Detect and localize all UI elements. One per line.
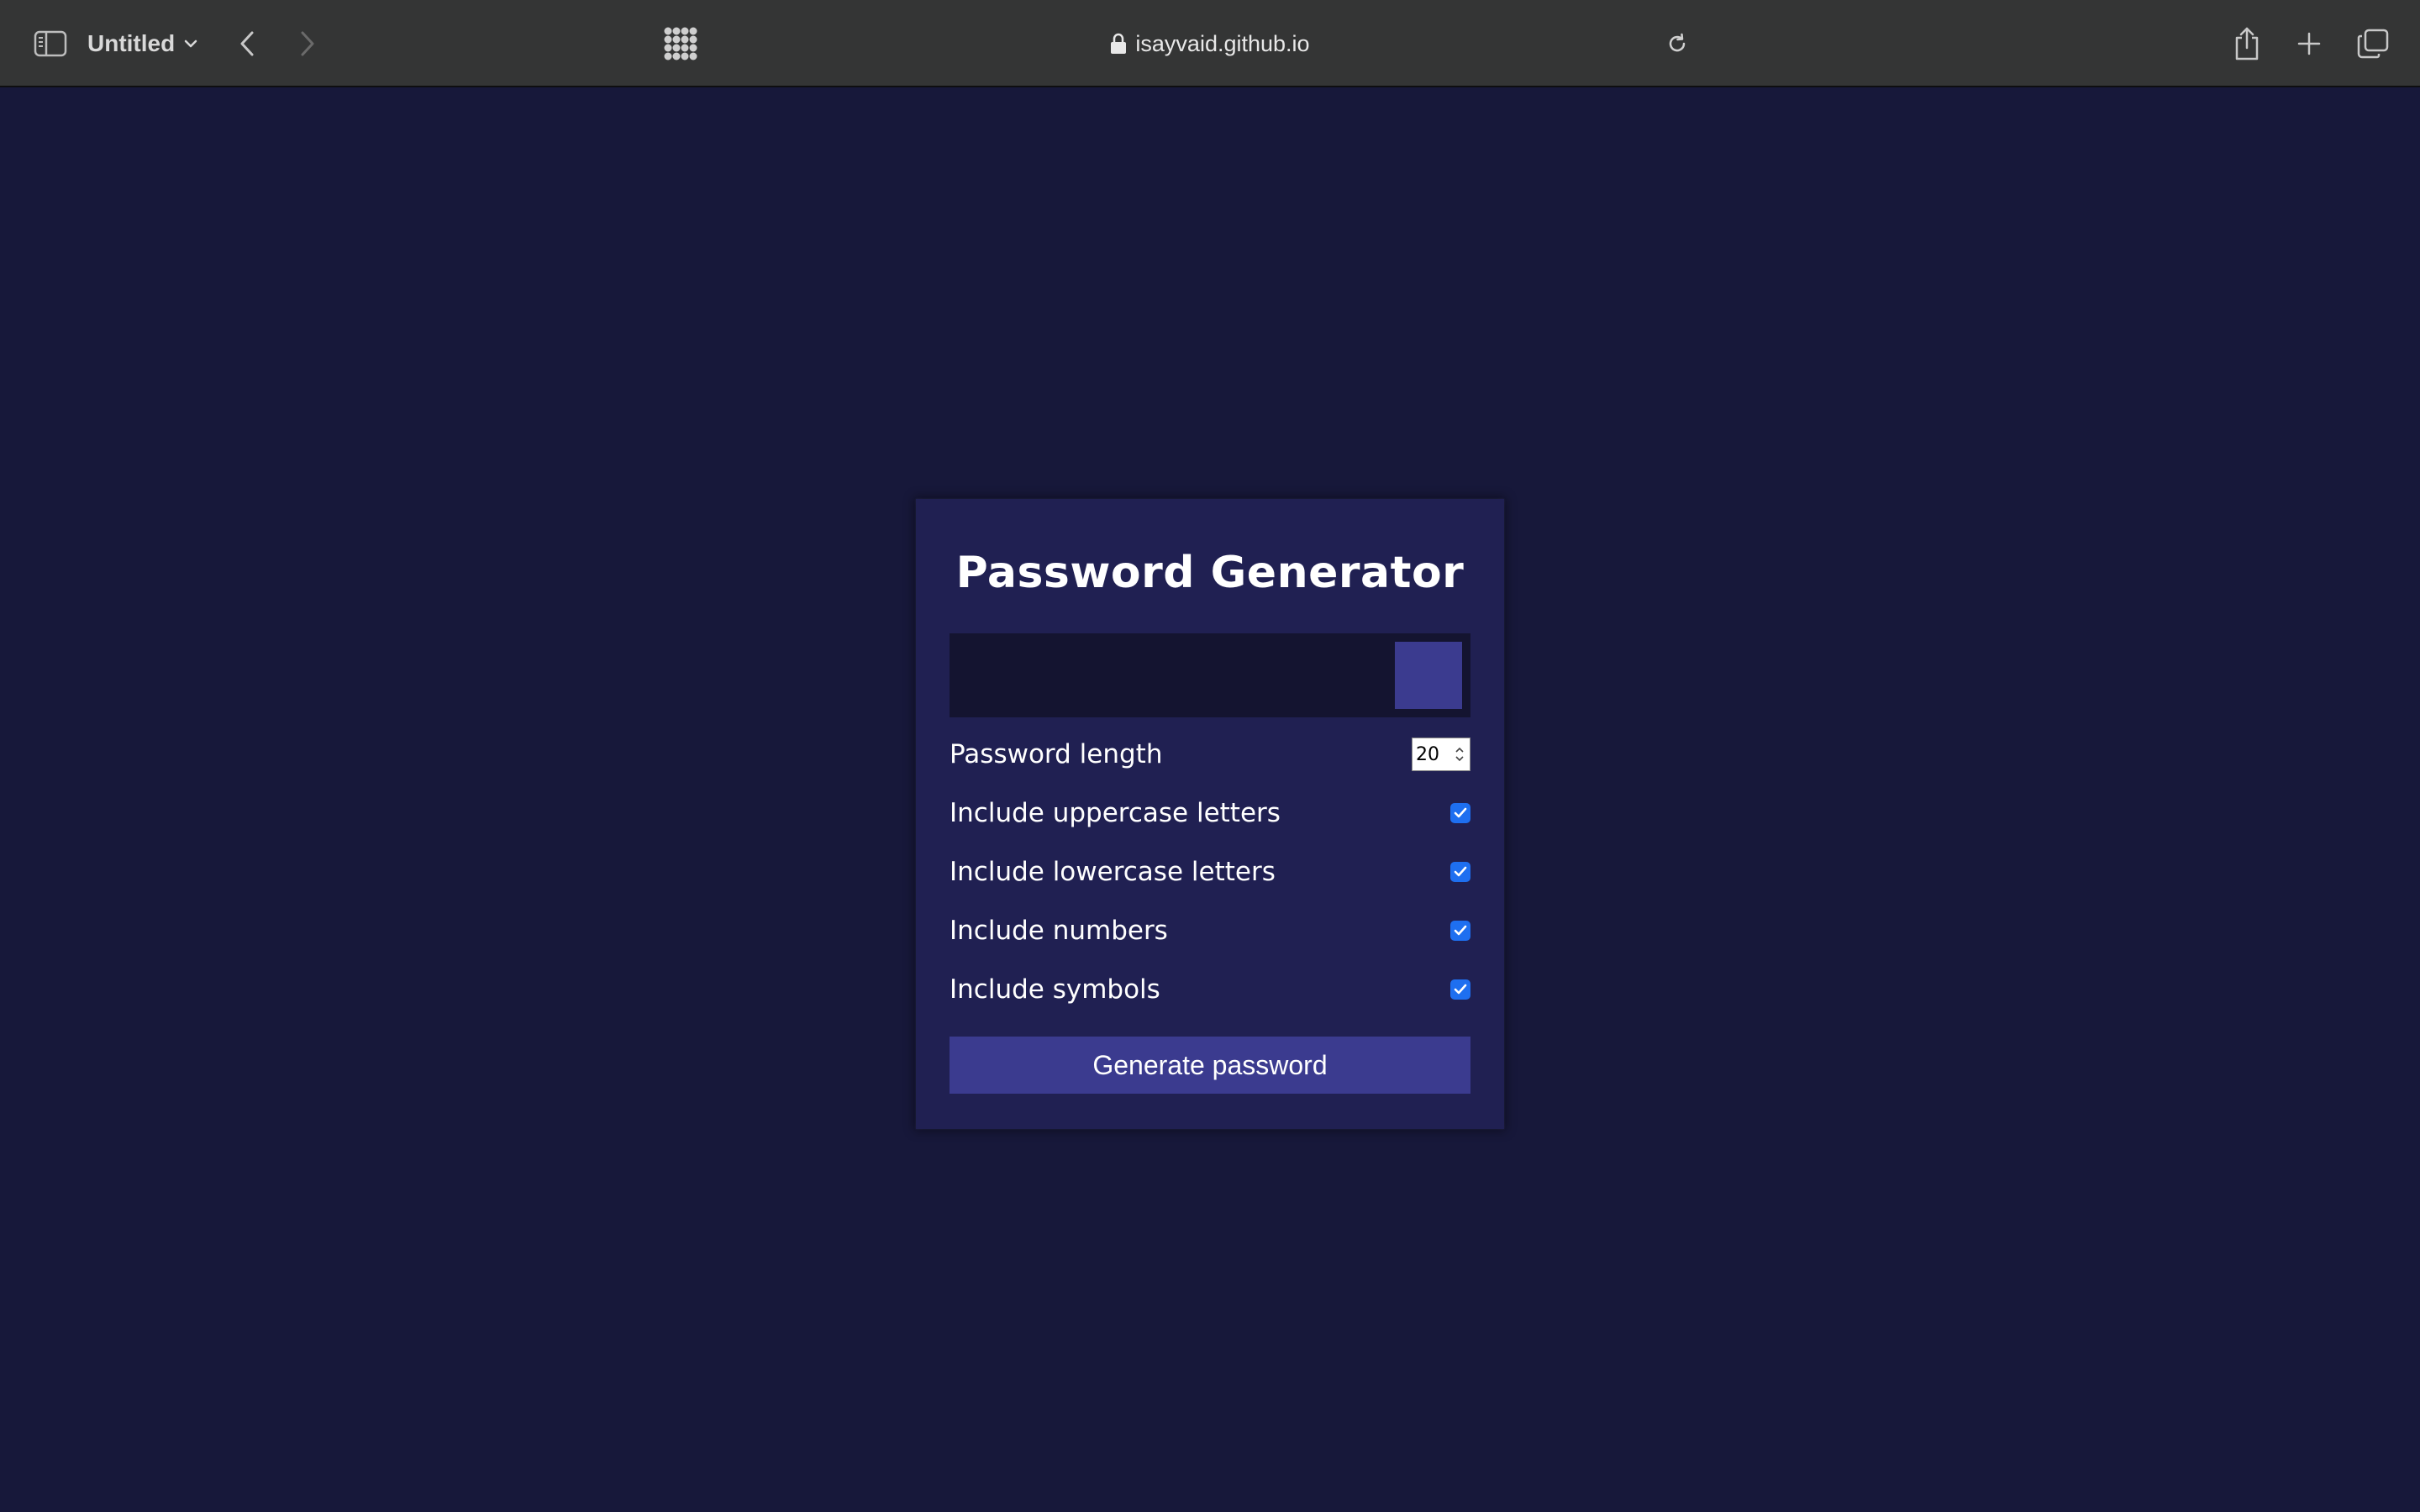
generate-password-button[interactable]: Generate password [950, 1037, 1470, 1094]
lock-icon [1111, 33, 1127, 54]
share-icon[interactable] [2228, 24, 2265, 64]
password-length-value: 20 [1416, 743, 1439, 765]
option-label: Include uppercase letters [950, 798, 1281, 828]
option-label: Password length [950, 739, 1163, 769]
tabs-overview-icon[interactable] [2353, 25, 2393, 62]
page-title: Password Generator [955, 548, 1465, 598]
address-text: isayvaid.github.io [1135, 30, 1310, 56]
lowercase-checkbox[interactable] [1450, 862, 1470, 882]
chevron-right-icon[interactable] [289, 25, 326, 62]
address-bar[interactable]: isayvaid.github.io [1092, 25, 1328, 62]
numbers-checkbox[interactable] [1450, 921, 1470, 941]
option-label: Include lowercase letters [950, 857, 1276, 887]
sidebar-icon[interactable] [30, 25, 71, 62]
option-label: Include numbers [950, 916, 1168, 946]
option-numbers: Include numbers [950, 910, 1470, 952]
uppercase-checkbox[interactable] [1450, 803, 1470, 823]
option-uppercase: Include uppercase letters [950, 792, 1470, 834]
symbols-checkbox[interactable] [1450, 979, 1470, 1000]
password-length-input[interactable]: 20 [1412, 738, 1470, 771]
tab-group-selector[interactable]: Untitled [87, 25, 198, 62]
plus-icon[interactable] [2291, 25, 2328, 62]
chevron-left-icon[interactable] [229, 25, 266, 62]
option-symbols: Include symbols [950, 969, 1470, 1011]
option-lowercase: Include lowercase letters [950, 851, 1470, 893]
grid-dots-icon[interactable] [660, 24, 701, 64]
password-result-field[interactable] [950, 633, 1470, 717]
stepper-icon[interactable] [1455, 747, 1465, 762]
copy-icon[interactable] [1395, 642, 1462, 709]
tab-title: Untitled [87, 30, 176, 56]
reload-icon[interactable] [1659, 25, 1696, 62]
option-password-length: Password length 20 [950, 733, 1470, 775]
password-generator-card: Password Generator Password length 20 In… [916, 499, 1504, 1129]
option-label: Include symbols [950, 974, 1160, 1005]
chevron-down-icon [184, 39, 197, 48]
browser-toolbar: Untitled isayvaid.github.io [0, 0, 2420, 87]
